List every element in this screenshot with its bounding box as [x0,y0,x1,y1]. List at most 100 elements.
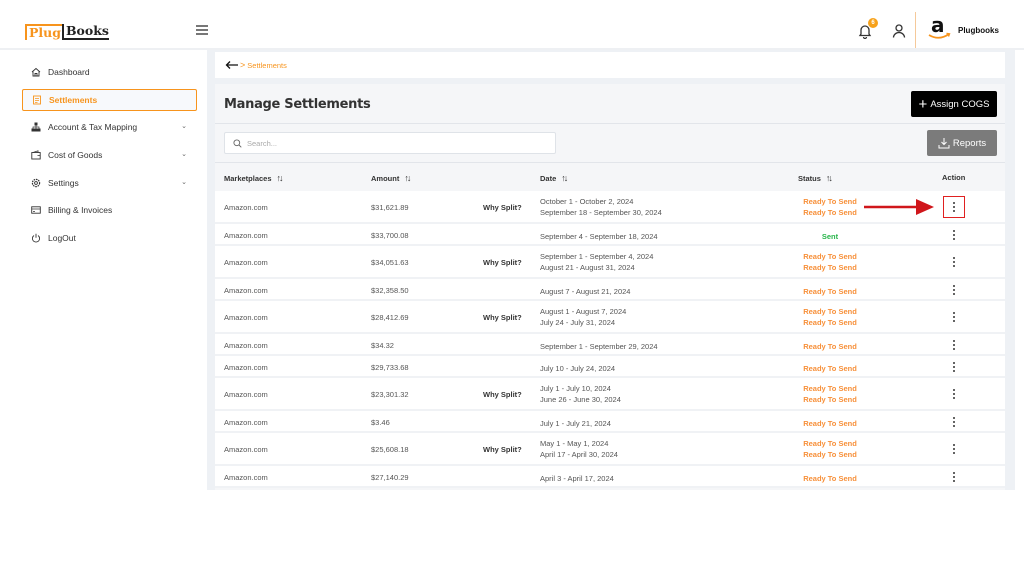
sidebar-item-label: Dashboard [48,67,90,77]
marketplace-cell: Amazon.com [224,363,268,372]
marketplace-cell: Amazon.com [224,313,268,322]
date-range: October 1 - October 2, 2024 [540,197,634,206]
breadcrumb-current[interactable]: Settlements [247,61,287,70]
amount-cell: $28,412.69 [371,313,409,322]
power-icon [30,232,42,244]
status-badge: Ready To Send [803,439,857,448]
reports-button[interactable]: Reports [927,130,997,156]
sidebar-item-label: Billing & Invoices [48,205,113,215]
page-title: Manage Settlements [224,97,371,112]
sidebar-item-logout[interactable]: LogOut [22,227,197,249]
back-arrow-icon[interactable] [225,60,239,70]
why-split-link[interactable]: Why Split? [483,445,522,454]
status-cell: Ready To Send [803,363,857,374]
sidebar-item-label: Settings [48,178,79,188]
date-cell: July 1 - July 10, 2024 June 26 - June 30,… [540,383,621,405]
column-header-marketplaces[interactable]: Marketplaces ↑↓ [224,173,284,183]
more-options-icon[interactable] [947,227,961,243]
date-cell: April 3 - April 17, 2024 [540,473,614,484]
status-badge: Ready To Send [803,384,857,393]
top-bar: Plug Books 6 a Plugbooks [0,0,1024,50]
svg-text:a: a [931,13,945,37]
more-options-icon[interactable] [947,469,961,485]
date-cell: September 1 - September 29, 2024 [540,341,658,352]
plugbooks-logo[interactable]: Plug Books [25,22,109,40]
column-header-status[interactable]: Status ↑↓ [798,173,833,183]
status-cell: Ready To Send [803,286,857,297]
why-split-link[interactable]: Why Split? [483,390,522,399]
status-cell: Ready To Send Ready To Send [803,196,857,218]
why-split-link[interactable]: Why Split? [483,203,522,212]
sort-icon[interactable]: ↑↓ [561,173,568,183]
amount-cell: $31,621.89 [371,203,409,212]
status-cell: Ready To Send Ready To Send [803,251,857,273]
status-badge: Ready To Send [803,252,857,261]
sidebar-item-account-tax-mapping[interactable]: Account & Tax Mapping ⌄ [22,116,197,138]
date-range: July 1 - July 10, 2024 [540,384,611,393]
marketplace-cell: Amazon.com [224,341,268,350]
chevron-down-icon: ⌄ [181,151,187,158]
status-badge: Ready To Send [803,318,857,327]
sidebar-item-cost-of-goods[interactable]: Cost of Goods ⌄ [22,144,197,166]
status-cell: Ready To Send Ready To Send [803,383,857,405]
settlements-card: Manage Settlements + Assign COGS Reports [215,84,1005,490]
sidebar-item-settings[interactable]: Settings ⌄ [22,172,197,194]
scrollbar-track[interactable] [1008,84,1015,490]
sidebar-item-settlements[interactable]: Settlements [22,89,197,111]
marketplace-cell: Amazon.com [224,203,268,212]
status-badge: Ready To Send [803,419,857,428]
marketplace-cell: Amazon.com [224,231,268,240]
status-cell: Ready To Send [803,418,857,429]
home-icon [30,66,42,78]
more-options-icon[interactable] [947,386,961,402]
table-body: Amazon.com $31,621.89 Why Split? October 1 … [215,191,1005,488]
assign-cogs-button[interactable]: + Assign COGS [911,91,997,117]
more-options-icon[interactable] [947,414,961,430]
more-options-icon[interactable] [947,359,961,375]
column-header-amount[interactable]: Amount ↑↓ [371,173,411,183]
date-range: September 1 - September 4, 2024 [540,252,654,261]
logo-plug: Plug [25,24,62,40]
amount-cell: $32,358.50 [371,286,409,295]
search-input[interactable] [247,138,537,148]
search-box[interactable] [224,132,556,154]
sort-icon[interactable]: ↑↓ [277,173,284,183]
marketplace-cell: Amazon.com [224,418,268,427]
why-split-link[interactable]: Why Split? [483,258,522,267]
date-cell: July 10 - July 24, 2024 [540,363,615,374]
menu-icon[interactable] [196,25,208,35]
column-label: Status [798,174,821,183]
date-range: August 1 - August 7, 2024 [540,307,627,316]
sort-icon[interactable]: ↑↓ [826,173,833,183]
more-options-icon[interactable] [947,254,961,270]
annotation-arrow-icon [864,199,934,215]
column-header-date[interactable]: Date ↑↓ [540,173,568,183]
table-row: Amazon.com $34.32 September 1 - September … [215,334,1005,356]
date-range: June 26 - June 30, 2024 [540,395,621,404]
date-range: September 18 - September 30, 2024 [540,208,662,217]
amount-cell: $3.46 [371,418,390,427]
account-name[interactable]: Plugbooks [958,26,999,35]
date-range: September 1 - September 29, 2024 [540,342,658,351]
table-row: Amazon.com $3.46 July 1 - July 21, 2024 Rea… [215,411,1005,433]
more-options-icon[interactable] [947,337,961,353]
why-split-link[interactable]: Why Split? [483,313,522,322]
sort-icon[interactable]: ↑↓ [404,173,411,183]
more-options-icon[interactable] [947,282,961,298]
table-header: Marketplaces ↑↓ Amount ↑↓ Date ↑↓ Status ↑↓ … [215,164,1005,191]
table-row: Amazon.com $32,358.50 August 7 - August 21… [215,279,1005,301]
more-options-icon[interactable] [943,196,965,218]
more-options-icon[interactable] [947,309,961,325]
status-cell: Sent [803,231,857,242]
date-cell: August 7 - August 21, 2024 [540,286,630,297]
user-icon[interactable] [891,23,907,39]
sidebar-item-billing-invoices[interactable]: Billing & Invoices [22,199,197,221]
more-options-icon[interactable] [947,441,961,457]
sidebar-item-dashboard[interactable]: Dashboard [22,61,197,83]
date-cell: September 4 - September 18, 2024 [540,231,658,242]
amount-cell: $27,140.29 [371,473,409,482]
date-range: July 1 - July 21, 2024 [540,419,611,428]
marketplace-cell: Amazon.com [224,258,268,267]
card-icon [30,204,42,216]
chevron-down-icon: ⌄ [181,123,187,130]
